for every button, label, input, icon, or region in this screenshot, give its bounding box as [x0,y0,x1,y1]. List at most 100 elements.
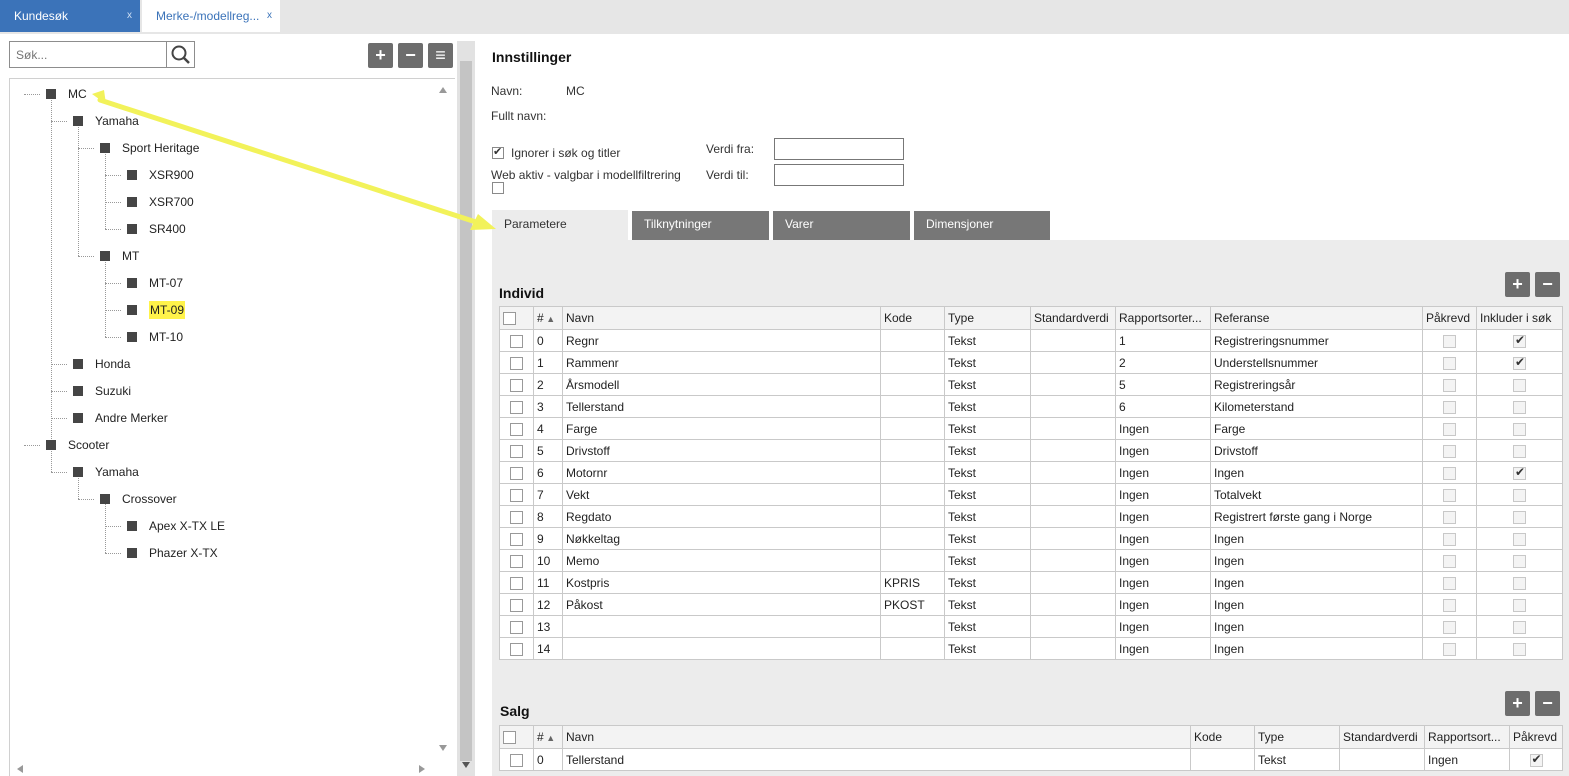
cell-kode[interactable] [880,461,945,484]
cell-kode[interactable]: PKOST [880,593,945,616]
checkbox[interactable] [510,378,523,392]
cell-standardverdi[interactable] [1030,637,1116,660]
checkbox[interactable] [1443,576,1456,590]
column-header-standardverdi[interactable]: Standardverdi [1339,725,1425,749]
column-header-rapportsortering[interactable]: Rapportsort... [1424,725,1510,749]
cell-kode[interactable] [880,329,945,352]
cell-referanse[interactable]: Totalvekt [1210,483,1423,506]
checkbox-cell[interactable] [1476,439,1563,462]
cell-navn[interactable]: Nøkkeltag [562,527,881,550]
cell-navn[interactable] [562,615,881,638]
column-header-pakrevd[interactable]: Påkrevd [1509,725,1563,749]
cell-number[interactable]: 8 [533,505,563,528]
select-all-checkbox[interactable] [503,312,516,326]
cell-standardverdi[interactable] [1030,527,1116,550]
cell-type[interactable]: Tekst [1254,748,1340,771]
checkbox[interactable] [510,444,523,458]
checkbox-cell[interactable] [499,439,534,462]
cell-number[interactable]: 12 [533,593,563,616]
checkbox-cell[interactable] [1476,351,1563,374]
cell-number[interactable]: 13 [533,615,563,638]
checkbox[interactable] [1513,642,1526,656]
cell-number[interactable]: 10 [533,549,563,572]
cell-rapportsortering[interactable]: Ingen [1115,483,1211,506]
cell-navn[interactable]: Farge [562,417,881,440]
cell-referanse[interactable]: Drivstoff [1210,439,1423,462]
tab-merke-modellreg[interactable]: Merke-/modellreg... x [142,0,280,32]
column-header-pakrevd[interactable]: Påkrevd [1422,306,1477,330]
cell-referanse[interactable]: Ingen [1210,571,1423,594]
checkbox-cell[interactable] [499,527,534,550]
cell-number[interactable]: 0 [533,329,563,352]
salg-remove-button[interactable]: − [1535,691,1560,716]
cell-type[interactable]: Tekst [944,461,1031,484]
checkbox-cell[interactable] [499,373,534,396]
cell-referanse[interactable]: Ingen [1210,615,1423,638]
cell-kode[interactable] [880,373,945,396]
table-row[interactable]: 14 Tekst Ingen Ingen [499,637,1563,660]
cell-kode[interactable] [880,395,945,418]
checkbox-cell[interactable] [1422,483,1477,506]
cell-number[interactable]: 6 [533,461,563,484]
checkbox-cell[interactable] [1422,351,1477,374]
cell-standardverdi[interactable] [1030,417,1116,440]
cell-referanse[interactable]: Registreringsår [1210,373,1423,396]
checkbox[interactable] [510,554,523,568]
column-header-type[interactable]: Type [1254,725,1340,749]
cell-standardverdi[interactable] [1030,351,1116,374]
checked-checkbox[interactable] [1513,333,1526,348]
cell-kode[interactable]: KPRIS [880,571,945,594]
checkbox[interactable] [1443,422,1456,436]
table-row[interactable]: 0 Tellerstand Tekst Ingen [499,748,1563,771]
checkbox[interactable] [1513,598,1526,612]
cell-navn[interactable]: Regdato [562,505,881,528]
select-all-header[interactable] [499,306,534,330]
cell-rapportsortering[interactable]: Ingen [1115,593,1211,616]
cell-number[interactable]: 5 [533,439,563,462]
cell-referanse[interactable]: Ingen [1210,549,1423,572]
checkbox[interactable] [510,334,523,348]
table-row[interactable]: 6 Motornr Tekst Ingen Ingen [499,461,1563,484]
tab-dimensjoner[interactable]: Dimensjoner [914,211,1050,240]
checkbox[interactable] [1443,554,1456,568]
column-header-kode[interactable]: Kode [1190,725,1255,749]
cell-rapportsortering[interactable]: Ingen [1115,637,1211,660]
checkbox[interactable] [510,488,523,502]
remove-node-button[interactable]: − [398,43,423,68]
checkbox[interactable] [510,356,523,370]
cell-navn[interactable]: Regnr [562,329,881,352]
cell-type[interactable]: Tekst [944,637,1031,660]
checkbox[interactable] [1513,510,1526,524]
checkbox[interactable] [1443,334,1456,348]
table-row[interactable]: 5 Drivstoff Tekst Ingen Drivstoff [499,439,1563,462]
checkbox-cell[interactable] [499,748,534,771]
checkbox-cell[interactable] [499,505,534,528]
cell-standardverdi[interactable] [1030,373,1116,396]
cell-standardverdi[interactable] [1030,505,1116,528]
table-row[interactable]: 9 Nøkkeltag Tekst Ingen Ingen [499,527,1563,550]
checkbox-cell[interactable] [1476,461,1563,484]
checkbox-cell[interactable] [499,549,534,572]
cell-kode[interactable] [880,483,945,506]
cell-rapportsortering[interactable]: Ingen [1115,505,1211,528]
cell-navn[interactable]: Kostpris [562,571,881,594]
checkbox[interactable] [510,642,523,656]
column-header-number[interactable]: # ▲ [533,306,563,330]
checkbox[interactable] [510,466,523,480]
individ-add-button[interactable]: + [1505,272,1530,297]
checkbox-cell[interactable] [499,351,534,374]
cell-number[interactable]: 1 [533,351,563,374]
verdi-fra-input[interactable] [774,138,904,160]
checkbox-cell[interactable] [1422,593,1477,616]
cell-standardverdi[interactable] [1030,549,1116,572]
cell-rapportsortering[interactable]: Ingen [1115,549,1211,572]
column-header-referanse[interactable]: Referanse [1210,306,1423,330]
scroll-down-icon[interactable] [461,761,471,769]
table-row[interactable]: 4 Farge Tekst Ingen Farge [499,417,1563,440]
checkbox[interactable] [1443,378,1456,392]
checkbox[interactable] [1513,422,1526,436]
checkbox-cell[interactable] [499,417,534,440]
checkbox-cell[interactable] [1422,373,1477,396]
checkbox-cell[interactable] [1422,637,1477,660]
checkbox[interactable] [1443,620,1456,634]
